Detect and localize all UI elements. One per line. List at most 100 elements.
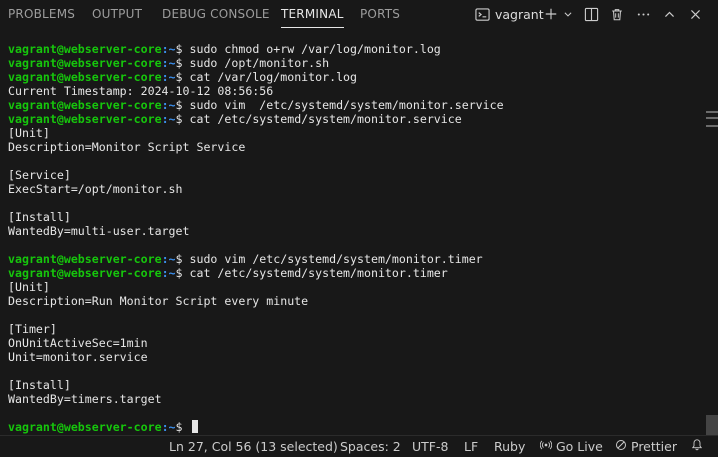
terminal-profile-name: vagrant [495,6,544,22]
terminal-output-line: [Timer] [8,322,57,336]
prompt-colon: : [161,42,169,56]
prompt-colon: : [161,420,169,434]
eol-status[interactable]: LF [464,436,478,457]
kill-terminal-button[interactable] [610,5,624,23]
prompt-colon: : [161,266,169,280]
prompt-colon: : [161,56,169,70]
tab-output[interactable]: OUTPUT [92,0,142,29]
terminal-output-line: [Install] [8,378,71,392]
more-icon [636,7,651,22]
prompt-colon: : [161,112,169,126]
prompt-path: ~ [168,252,176,266]
terminal-output-line: Unit=monitor.service [8,350,148,364]
prettier-label: Prettier [631,438,677,454]
terminal-scrollbar[interactable] [706,37,718,435]
prompt-path: ~ [168,266,176,280]
indentation-status[interactable]: Spaces: 2 [340,436,401,457]
prompt-path: ~ [168,420,176,434]
tab-ports[interactable]: PORTS [360,0,400,29]
command-marker [706,125,718,127]
terminal-output-line: Description=Run Monitor Script every min… [8,294,309,308]
prompt-user-host: vagrant@webserver-core [8,112,162,126]
prompt-symbol: $ [175,98,183,112]
prompt-user-host: vagrant@webserver-core [8,252,162,266]
status-bar: Ln 27, Col 56 (13 selected) Spaces: 2 UT… [0,435,718,457]
encoding-status[interactable]: UTF-8 [412,436,448,457]
notifications-button[interactable] [691,436,707,457]
scrollbar-thumb[interactable] [706,415,718,435]
terminal-prompt-line: vagrant@webserver-core:~$ sudo vim /etc/… [8,98,504,112]
prompt-path: ~ [168,56,176,70]
cursor-position[interactable]: Ln 27, Col 56 (13 selected) [169,436,338,457]
prompt-user-host: vagrant@webserver-core [8,266,162,280]
terminal-profile-button[interactable]: vagrant [475,5,544,23]
terminal-prompt-line: vagrant@webserver-core:~$ cat /var/log/m… [8,70,357,84]
new-terminal-button[interactable] [544,5,558,23]
command-text: sudo chmod o+rw /var/log/monitor.log [182,42,441,56]
terminal-prompt-line: vagrant@webserver-core:~$ cat /etc/syste… [8,112,462,126]
terminal-prompt-line: vagrant@webserver-core:~$ sudo vim /etc/… [8,252,483,266]
prompt-user-host: vagrant@webserver-core [8,56,162,70]
terminal-output-line: Current Timestamp: 2024-10-12 08:56:56 [8,84,274,98]
maximize-icon [663,8,676,21]
command-marker [706,117,718,119]
command-marker [706,111,718,113]
command-text: sudo /opt/monitor.sh [182,56,330,70]
go-live-label: Go Live [556,438,603,454]
maximize-panel-button[interactable] [663,5,676,23]
terminal-prompt-line: vagrant@webserver-core:~$ cat /etc/syste… [8,266,448,280]
close-icon [689,8,702,21]
go-live-button[interactable]: Go Live [539,436,603,457]
prompt-user-host: vagrant@webserver-core [8,98,162,112]
terminal-output-line: OnUnitActiveSec=1min [8,336,148,350]
terminal-cursor [191,420,198,433]
prompt-symbol: $ [175,112,183,126]
terminal-output[interactable]: vagrant@webserver-core:~$ sudo chmod o+r… [0,37,705,435]
command-text: cat /etc/systemd/system/monitor.timer [182,266,448,280]
command-text: sudo vim /etc/systemd/system/monitor.ser… [182,98,504,112]
prompt-path: ~ [168,98,176,112]
prompt-symbol: $ [175,56,183,70]
prompt-symbol: $ [175,70,183,84]
terminal-prompt-line: vagrant@webserver-core:~$ sudo chmod o+r… [8,42,441,56]
terminal-output-line: ExecStart=/opt/monitor.sh [8,182,183,196]
terminal-prompt-line: vagrant@webserver-core:~$ sudo /opt/moni… [8,56,329,70]
more-actions-button[interactable] [636,5,651,23]
prompt-symbol: $ [175,420,183,434]
terminal-output-line: [Service] [8,168,71,182]
command-text: cat /etc/systemd/system/monitor.service [182,112,462,126]
language-mode[interactable]: Ruby [494,436,525,457]
prompt-symbol: $ [175,42,183,56]
trash-icon [610,7,624,22]
split-icon [584,7,599,22]
tab-terminal[interactable]: TERMINAL [281,0,344,29]
prettier-button[interactable]: Prettier [615,436,677,457]
tab-debug-console[interactable]: DEBUG CONSOLE [162,0,270,29]
terminal-icon [475,7,490,22]
close-panel-button[interactable] [689,5,702,23]
terminal-output-line: WantedBy=timers.target [8,392,162,406]
prompt-user-host: vagrant@webserver-core [8,42,162,56]
split-terminal-button[interactable] [584,5,599,23]
prompt-symbol: $ [175,266,183,280]
prompt-colon: : [161,70,169,84]
terminal-output-line: [Unit] [8,126,50,140]
command-text [183,420,190,434]
prompt-path: ~ [168,112,176,126]
prompt-user-host: vagrant@webserver-core [8,70,162,84]
prompt-colon: : [161,98,169,112]
prompt-path: ~ [168,70,176,84]
terminal-dropdown-button[interactable] [563,5,573,23]
panel-tab-bar: PROBLEMS OUTPUT DEBUG CONSOLE TERMINAL P… [0,0,718,29]
prompt-user-host: vagrant@webserver-core [8,420,162,434]
terminal-output-line: WantedBy=multi-user.target [8,224,190,238]
chevron-down-icon [563,9,573,19]
broadcast-icon [539,437,556,457]
bell-icon [691,437,707,457]
tab-problems[interactable]: PROBLEMS [8,0,75,29]
terminal-output-line: [Install] [8,210,71,224]
terminal-output-line: Description=Monitor Script Service [8,140,246,154]
terminal-prompt-line: vagrant@webserver-core:~$ [8,420,198,434]
plus-icon [544,7,558,21]
terminal-output-line: [Unit] [8,280,50,294]
